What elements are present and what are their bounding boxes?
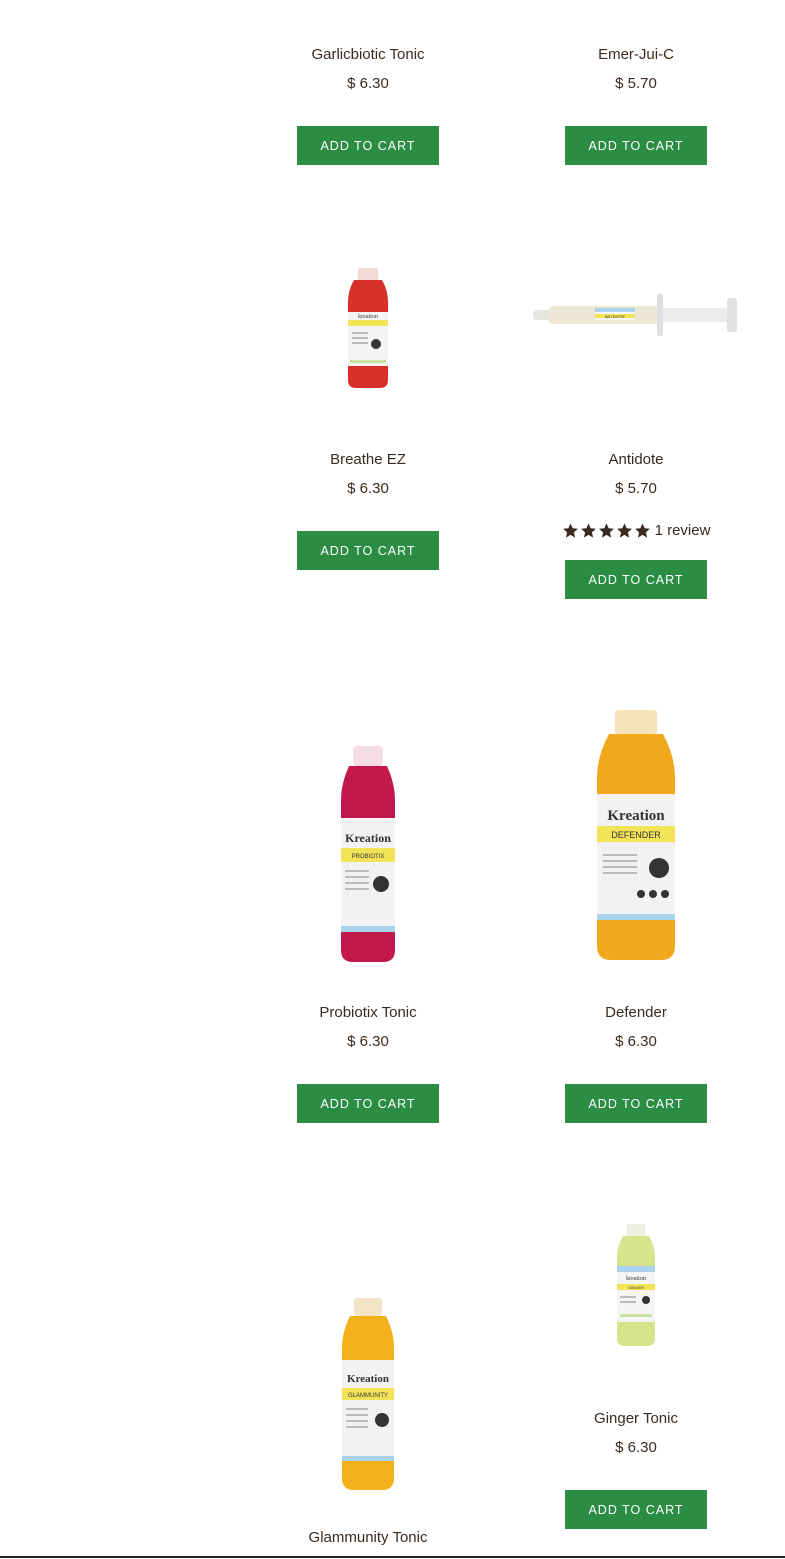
svg-text:DEFENDER: DEFENDER — [611, 830, 661, 840]
star-icon — [598, 523, 614, 538]
product-card-emer-jui-c: Emer-Jui-C $ 5.70 ADD TO CART — [526, 0, 746, 180]
product-price: $ 6.30 — [347, 1033, 389, 1050]
star-rating — [562, 522, 651, 539]
svg-text:kreation: kreation — [626, 1276, 646, 1282]
product-card-breathe-ez: kreation Breathe EZ $ 6.30 ADD TO CART — [258, 220, 478, 600]
product-price: $ 6.30 — [347, 75, 389, 92]
product-name[interactable]: Probiotix Tonic — [258, 1004, 478, 1021]
product-price: $ 6.30 — [615, 1033, 657, 1050]
star-icon — [562, 523, 578, 538]
product-name[interactable]: Antidote — [526, 451, 746, 468]
add-to-cart-button[interactable]: ADD TO CART — [565, 1084, 707, 1123]
product-card-antidote: ANTIDOTE Antidote $ 5.70 1 review ADD TO… — [526, 220, 746, 620]
svg-text:GINGER: GINGER — [628, 1285, 644, 1290]
add-to-cart-button[interactable]: ADD TO CART — [297, 1084, 439, 1123]
product-image[interactable]: Kreation PROBIOTIX — [323, 744, 413, 974]
product-price: $ 6.30 — [347, 480, 389, 497]
product-image[interactable]: kreation — [338, 264, 398, 394]
star-icon — [634, 523, 650, 538]
svg-text:GLAMMUNITY: GLAMMUNITY — [348, 1393, 388, 1399]
product-name[interactable]: Breathe EZ — [258, 451, 478, 468]
add-to-cart-button[interactable]: ADD TO CART — [565, 1490, 707, 1529]
product-card-probiotix: Kreation PROBIOTIX Probiotix Tonic $ 6.3… — [258, 700, 478, 1130]
product-name[interactable]: Defender — [526, 1004, 746, 1021]
product-price: $ 6.30 — [615, 1439, 657, 1456]
product-name[interactable]: Garlicbiotic Tonic — [258, 46, 478, 63]
product-name[interactable]: Emer-Jui-C — [526, 46, 746, 63]
svg-text:ANTIDOTE: ANTIDOTE — [605, 314, 626, 319]
svg-text:Kreation: Kreation — [345, 831, 391, 845]
add-to-cart-button[interactable]: ADD TO CART — [297, 126, 439, 165]
product-name[interactable]: Glammunity Tonic — [258, 1529, 478, 1546]
svg-text:Kreation: Kreation — [347, 1373, 389, 1385]
page-bottom-divider — [0, 1556, 785, 1558]
add-to-cart-button[interactable]: ADD TO CART — [565, 126, 707, 165]
star-icon — [580, 523, 596, 538]
product-card-garlicbiotic: Garlicbiotic Tonic $ 6.30 ADD TO CART — [258, 0, 478, 180]
product-image[interactable]: Kreation DEFENDER — [581, 708, 691, 978]
review-count[interactable]: 1 review — [655, 522, 711, 539]
product-card-glammunity: Kreation GLAMMUNITY Glammunity Tonic — [258, 1200, 478, 1559]
product-image[interactable]: Kreation GLAMMUNITY — [328, 1296, 408, 1496]
product-card-defender: Kreation DEFENDER Defender $ 6.30 ADD TO… — [526, 700, 746, 1130]
product-rating[interactable]: 1 review — [526, 522, 746, 539]
product-price: $ 5.70 — [615, 480, 657, 497]
product-image[interactable]: kreation GINGER — [608, 1222, 664, 1350]
star-icon — [616, 523, 632, 538]
add-to-cart-button[interactable]: ADD TO CART — [297, 531, 439, 570]
svg-text:Kreation: Kreation — [607, 808, 665, 824]
product-image[interactable]: ANTIDOTE — [531, 286, 741, 346]
product-price: $ 5.70 — [615, 75, 657, 92]
add-to-cart-button[interactable]: ADD TO CART — [565, 560, 707, 599]
product-name[interactable]: Ginger Tonic — [526, 1410, 746, 1427]
product-card-ginger: kreation GINGER Ginger Tonic $ 6.30 ADD … — [526, 1200, 746, 1540]
svg-text:PROBIOTIX: PROBIOTIX — [352, 854, 385, 860]
svg-text:kreation: kreation — [358, 314, 378, 320]
